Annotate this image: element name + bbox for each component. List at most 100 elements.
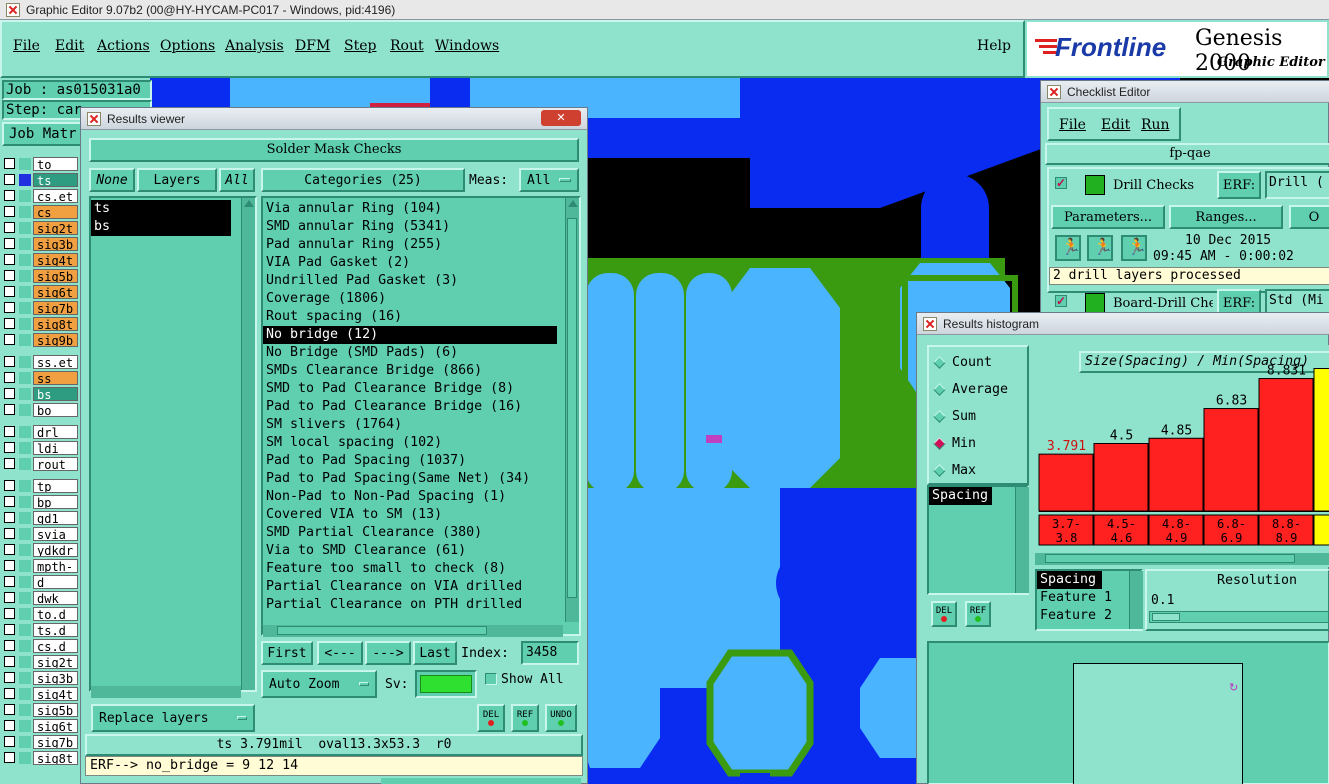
layer-row[interactable]: ss [4,370,78,385]
layer-checkbox[interactable] [4,254,15,265]
del-button[interactable]: DEL [477,704,505,732]
layer-checkbox[interactable] [4,608,15,619]
histogram-bar[interactable] [1093,443,1149,512]
layer-checkbox[interactable] [4,190,15,201]
layer-row[interactable]: cs.et [4,188,78,203]
layer-row[interactable]: ss.et [4,354,78,369]
layer-checkbox[interactable] [4,496,15,507]
menu-edit[interactable]: Edit [55,38,84,54]
layer-row[interactable]: ldi [4,440,78,455]
layer-checkbox[interactable] [4,426,15,437]
layer-checkbox[interactable] [4,388,15,399]
categories-list[interactable]: Via annular Ring (104) SMD annular Ring (… [261,196,581,636]
results-layer-hscroll[interactable] [91,686,241,698]
prev-button[interactable]: <--- [317,641,363,665]
hist-del-button[interactable]: DEL [931,601,957,627]
layer-checkbox[interactable] [4,174,15,185]
sort-item-feature2[interactable]: Feature 2 [1037,607,1141,625]
menu-windows[interactable]: Windows [435,38,499,54]
replace-layers-select[interactable]: Replace layers [91,704,255,732]
checklist-menu-edit[interactable]: Edit [1101,117,1130,133]
histogram-mode-radio[interactable]: Min [929,430,1027,457]
layer-row[interactable]: sig3b [4,236,78,251]
category-item[interactable]: SMD Partial Clearance (380) [263,524,557,542]
layer-checkbox[interactable] [4,688,15,699]
layer-row[interactable]: d [4,574,78,589]
category-item[interactable]: Undrilled Pad Gasket (3) [263,272,557,290]
category-item[interactable]: SMD annular Ring (5341) [263,218,557,236]
category-item[interactable]: SMDs Clearance Bridge (866) [263,362,557,380]
histogram-sort-list[interactable]: Spacing Feature 1 Feature 2 [1035,569,1143,631]
layer-checkbox[interactable] [4,286,15,297]
sort-item-spacing[interactable]: Spacing [1037,571,1103,589]
histogram-sort-scrollbar[interactable] [1129,571,1143,629]
first-button[interactable]: First [261,641,313,665]
category-item[interactable]: SM local spacing (102) [263,434,557,452]
layer-checkbox[interactable] [4,318,15,329]
category-item[interactable]: Coverage (1806) [263,290,557,308]
layer-checkbox[interactable] [4,302,15,313]
menu-file[interactable]: File [13,38,40,54]
layer-checkbox[interactable] [4,592,15,603]
histogram-bar[interactable] [1313,368,1329,512]
menu-options[interactable]: Options [160,38,215,54]
run-icon-3[interactable]: 🏃 [1121,235,1147,261]
other-button[interactable]: O [1289,205,1329,229]
attr-item-spacing[interactable]: Spacing [929,487,993,505]
layer-checkbox[interactable] [4,238,15,249]
layer-row[interactable]: sig2t [4,220,78,235]
layer-row[interactable]: bs [4,386,78,401]
menu-analysis[interactable]: Analysis [225,38,284,54]
layer-row[interactable]: bo [4,402,78,417]
histogram-bar[interactable] [1148,437,1204,512]
results-layer-scrollbar[interactable] [241,198,255,690]
menu-dfm[interactable]: DFM [295,38,330,54]
categories-scrollbar[interactable] [565,198,579,622]
layer-row[interactable]: sig5b [4,268,78,283]
index-input[interactable]: 3458 [521,641,579,665]
layer-row[interactable]: dwk [4,590,78,605]
all-layers-button[interactable]: All [219,168,255,192]
layers-button[interactable]: Layers [137,168,217,192]
run-icon-2[interactable]: 🏃 [1087,235,1113,261]
category-item[interactable]: Via to SMD Clearance (61) [263,542,557,560]
layer-checkbox[interactable] [4,528,15,539]
layer-row[interactable]: mpth- [4,558,78,573]
menu-step[interactable]: Step [344,38,376,54]
show-all-checkbox[interactable] [485,673,497,685]
category-item[interactable]: Partial Clearance on PTH drilled [263,596,557,614]
histogram-mode-radio[interactable]: Sum [929,403,1027,430]
resolution-slider[interactable] [1149,611,1329,623]
drill-check-checkbox[interactable]: ✓ [1055,177,1067,189]
layer-row[interactable]: rout [4,456,78,471]
layer-checkbox[interactable] [4,544,15,555]
drill-erf-value[interactable]: Drill ( [1265,171,1329,199]
layer-checkbox[interactable] [4,334,15,345]
layer-checkbox[interactable] [4,752,15,763]
layer-checkbox[interactable] [4,372,15,383]
menu-actions[interactable]: Actions [97,38,150,54]
category-item[interactable]: SM slivers (1764) [263,416,557,434]
checklist-menu-file[interactable]: File [1059,117,1086,133]
layer-checkbox[interactable] [4,640,15,651]
layer-row[interactable]: sig7b [4,734,78,749]
layer-row[interactable]: cs.d [4,638,78,653]
histogram-bar[interactable] [1203,408,1259,512]
layer-row[interactable]: svia [4,526,78,541]
results-layer-list[interactable]: ts bs [89,196,257,692]
category-item[interactable]: Rout spacing (16) [263,308,557,326]
checklist-editor-titlebar[interactable]: Checklist Editor [1041,81,1329,103]
layer-row[interactable]: sig5b [4,702,78,717]
layer-checkbox[interactable] [4,656,15,667]
histogram-mode-radio[interactable]: Average [929,376,1027,403]
layer-checkbox[interactable] [4,512,15,523]
category-item[interactable]: VIA Pad Gasket (2) [263,254,557,272]
layer-row[interactable]: drl [4,424,78,439]
layer-checkbox[interactable] [4,404,15,415]
histogram-bar[interactable] [1038,453,1094,512]
last-button[interactable]: Last [413,641,457,665]
ranges-button[interactable]: Ranges... [1169,205,1283,229]
categories-hscroll[interactable] [263,625,563,637]
layer-row[interactable]: sig8t [4,316,78,331]
undo-button[interactable]: UNDO [545,704,577,732]
